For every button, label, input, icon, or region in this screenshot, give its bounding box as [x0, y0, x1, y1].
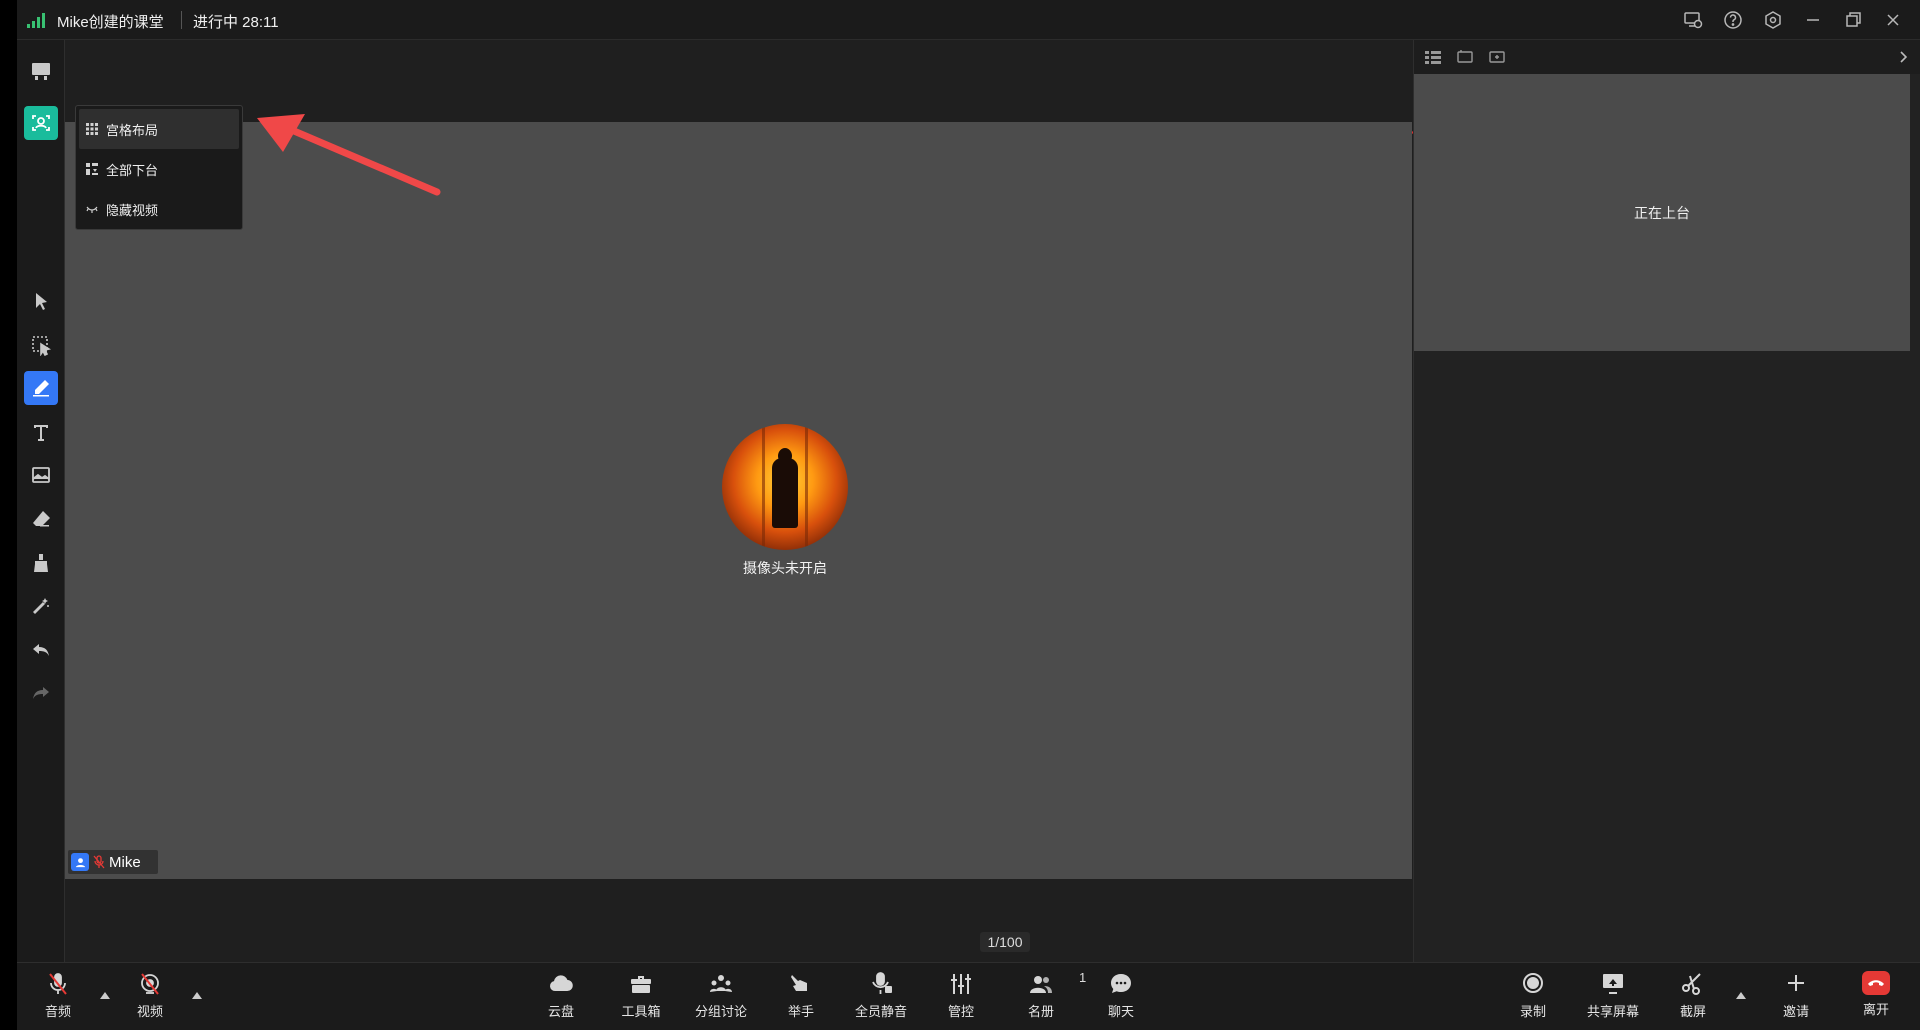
classroom-app: Mike创建的课堂 进行中 28:11 摄像头未开启 Mike 1/100 宫格… [17, 0, 1920, 1030]
grid-icon [86, 123, 98, 135]
on-stage-label: 正在上台 [1634, 205, 1690, 221]
right-panel-header [1414, 40, 1920, 74]
page-indicator[interactable]: 1/100 [980, 932, 1030, 952]
menu-item-grid-layout[interactable]: 宫格布局 [79, 109, 239, 149]
menu-item-hide-video[interactable]: 隐藏视频 [76, 189, 242, 229]
bottom-toolbar: 音频 视频 云盘 工具箱 分组讨论 举手 全员静音 管控 名册 1 聊天 录制 … [17, 962, 1920, 1030]
menu-item-label: 宫格布局 [106, 122, 159, 138]
video-stage: 摄像头未开启 Mike [65, 122, 1412, 879]
help-icon[interactable] [1720, 7, 1746, 33]
toolbox-button[interactable]: 工具箱 [606, 971, 676, 1025]
raise-hand-button[interactable]: 举手 [766, 971, 836, 1025]
close-icon[interactable] [1880, 7, 1906, 33]
stage-down-icon [86, 163, 98, 175]
participant-nametag: Mike [68, 850, 158, 874]
magic-wand-icon[interactable] [24, 589, 58, 623]
image-tool-icon[interactable] [24, 458, 58, 492]
video-button[interactable]: 视频 [115, 971, 185, 1025]
roster-icon [1030, 976, 1052, 993]
share-screen-icon [1603, 974, 1623, 994]
record-button[interactable]: 录制 [1498, 971, 1568, 1025]
menu-item-all-off-stage[interactable]: 全部下台 [76, 149, 242, 189]
layout-menu: 宫格布局 全部下台 隐藏视频 [75, 105, 243, 230]
hide-video-icon [86, 206, 98, 213]
group-icon [710, 975, 732, 992]
title-bar: Mike创建的课堂 进行中 28:11 [17, 0, 1920, 40]
pointer-tool-icon[interactable] [24, 284, 58, 318]
participant-name: Mike [109, 853, 141, 871]
user-avatar [722, 424, 848, 550]
annotation-arrow [257, 114, 441, 196]
breakout-room-button[interactable]: 分组讨论 [686, 971, 756, 1025]
text-tool-icon[interactable] [24, 415, 58, 449]
screenshot-icon [1682, 973, 1701, 995]
float-window-icon[interactable] [1456, 48, 1474, 66]
invite-icon [1788, 975, 1804, 991]
audio-button[interactable]: 音频 [23, 971, 93, 1025]
pip-icon[interactable] [1488, 48, 1506, 66]
on-stage-tile: 正在上台 [1414, 74, 1910, 351]
toolbox-icon [631, 976, 651, 993]
leave-button[interactable]: 离开 [1841, 971, 1911, 1025]
mic-muted-icon [49, 973, 67, 995]
mic-muted-icon [93, 855, 105, 869]
leave-icon [1862, 971, 1890, 995]
control-icon [951, 974, 971, 994]
screenshot-button[interactable]: 截屏 [1658, 971, 1728, 1025]
chat-icon [1110, 974, 1131, 993]
room-title: Mike创建的课堂 [57, 14, 164, 31]
record-icon [1523, 973, 1543, 993]
menu-item-label: 全部下台 [106, 162, 159, 178]
stage-header-area [65, 40, 1413, 134]
raise-hand-icon [791, 975, 807, 991]
right-panel: 正在上台 [1413, 40, 1920, 962]
selection-tool-icon[interactable] [24, 328, 58, 362]
restore-icon[interactable] [1840, 7, 1866, 33]
eraser-tool-icon[interactable] [24, 502, 58, 536]
window-controls [1680, 7, 1906, 33]
list-layout-icon[interactable] [1424, 48, 1442, 66]
undo-icon[interactable] [24, 633, 58, 667]
video-caret-icon[interactable] [192, 991, 202, 999]
user-camera-icon[interactable] [24, 106, 58, 140]
minimize-icon[interactable] [1800, 7, 1826, 33]
video-off-icon [141, 973, 159, 995]
clear-board-icon[interactable] [24, 546, 58, 580]
classroom-icon[interactable] [24, 54, 58, 88]
mute-all-icon [872, 972, 892, 994]
audio-caret-icon[interactable] [100, 991, 110, 999]
chat-button[interactable]: 聊天 [1086, 971, 1156, 1025]
control-button[interactable]: 管控 [926, 971, 996, 1025]
pen-tool-icon[interactable] [24, 371, 58, 405]
signal-strength-icon [27, 12, 47, 28]
redo-icon[interactable] [24, 676, 58, 710]
cloud-icon [549, 975, 573, 992]
settings-icon[interactable] [1760, 7, 1786, 33]
mute-all-button[interactable]: 全员静音 [846, 971, 916, 1025]
share-screen-button[interactable]: 共享屏幕 [1578, 971, 1648, 1025]
network-check-icon[interactable] [1680, 7, 1706, 33]
title-divider [181, 11, 182, 29]
cloud-drive-button[interactable]: 云盘 [526, 971, 596, 1025]
stage-footer-area: 1/100 [65, 879, 1412, 962]
menu-item-label: 隐藏视频 [106, 202, 159, 218]
invite-button[interactable]: 邀请 [1761, 971, 1831, 1025]
roster-button[interactable]: 名册 [1006, 971, 1076, 1025]
user-icon [71, 853, 89, 871]
whiteboard-toolbar [17, 40, 65, 962]
collapse-panel-icon[interactable] [1895, 48, 1911, 66]
camera-off-text: 摄像头未开启 [743, 560, 827, 576]
class-status: 进行中 28:11 [193, 14, 279, 31]
screenshot-caret-icon[interactable] [1736, 991, 1746, 999]
